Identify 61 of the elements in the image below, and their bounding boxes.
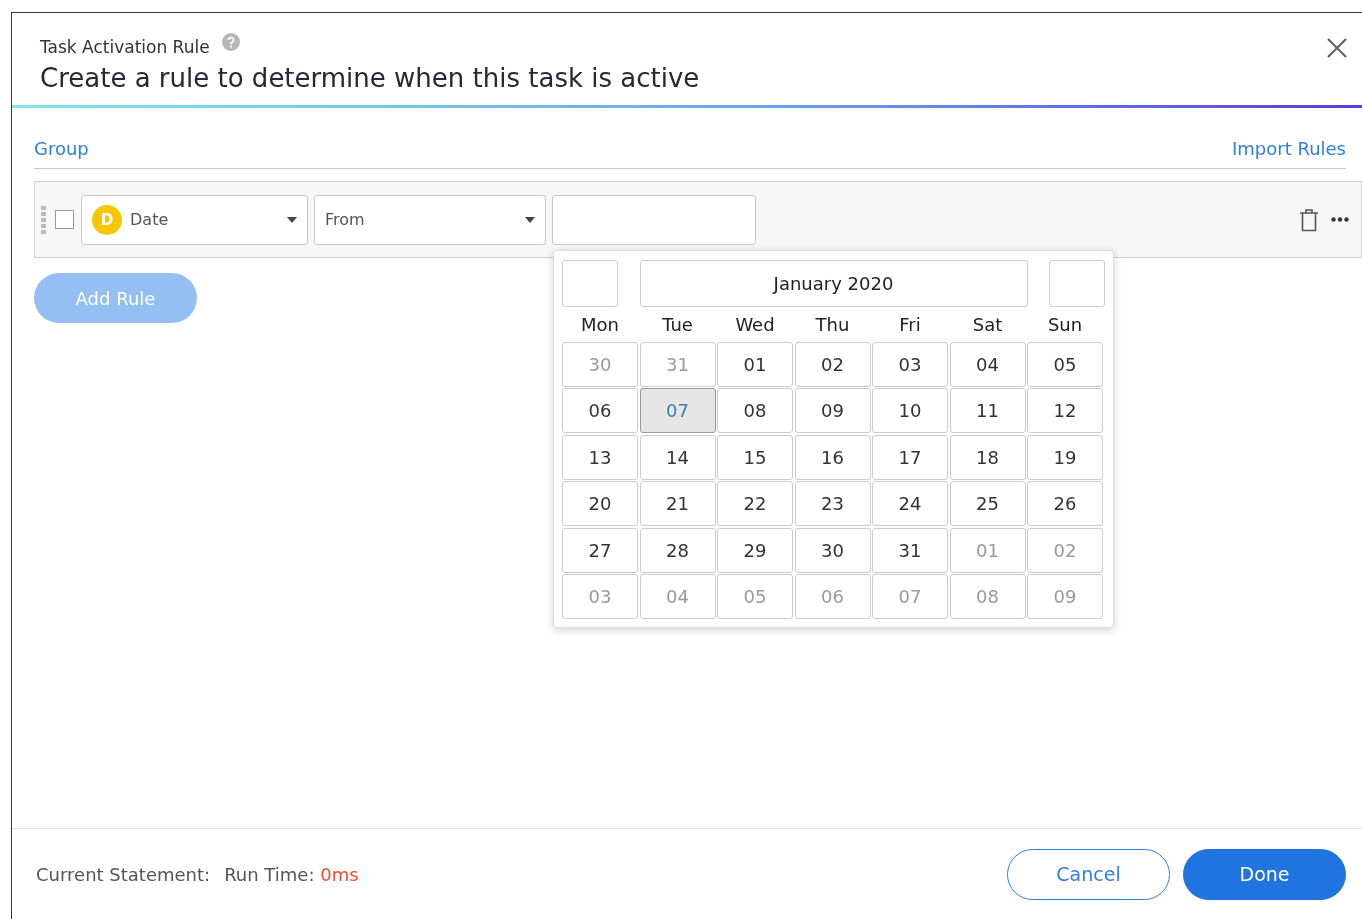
weekday-label: Sun: [1046, 313, 1084, 337]
run-time-label: Run Time: 0ms: [224, 863, 359, 885]
day-button[interactable]: 07: [639, 388, 716, 433]
next-month-button[interactable]: [1049, 260, 1105, 307]
day-button[interactable]: 12: [1027, 388, 1103, 433]
day-button[interactable]: 09: [794, 388, 871, 433]
day-button[interactable]: 22: [717, 481, 793, 526]
cancel-button[interactable]: Cancel: [1007, 848, 1170, 900]
statement-label: Current Statement:: [36, 863, 211, 885]
day-button[interactable]: 06: [562, 388, 638, 433]
date-input-field[interactable]: [552, 194, 756, 245]
day-button[interactable]: 03: [872, 341, 948, 387]
day-button[interactable]: 02: [794, 341, 871, 387]
month-title-button[interactable]: January 2020: [639, 260, 1028, 307]
help-icon[interactable]: [221, 33, 240, 51]
caret-icon: [525, 216, 535, 223]
done-button[interactable]: Done: [1183, 848, 1346, 900]
operator-dropdown[interactable]: From: [314, 194, 546, 245]
dialog-subtitle: Task Activation Rule: [40, 37, 210, 57]
day-button[interactable]: 13: [562, 434, 638, 480]
more-icon[interactable]: [1331, 217, 1349, 222]
field-badge: D: [92, 204, 122, 235]
drag-handle-icon[interactable]: [41, 205, 46, 234]
day-button[interactable]: 15: [717, 434, 793, 480]
day-button[interactable]: 14: [639, 434, 716, 480]
day-button[interactable]: 24: [872, 481, 948, 526]
day-button[interactable]: 30: [794, 527, 871, 573]
field-dropdown[interactable]: D Date: [81, 194, 308, 245]
day-button[interactable]: 28: [639, 527, 716, 573]
day-button[interactable]: 17: [872, 434, 948, 480]
day-button[interactable]: 31: [872, 527, 948, 573]
day-button[interactable]: 21: [639, 481, 716, 526]
day-button[interactable]: 26: [1027, 481, 1103, 526]
caret-icon: [287, 216, 297, 223]
day-button[interactable]: 05: [1027, 341, 1103, 387]
close-icon[interactable]: [1326, 37, 1348, 59]
day-button[interactable]: 04: [949, 341, 1026, 387]
trash-icon[interactable]: [1299, 207, 1319, 232]
day-button[interactable]: 11: [949, 388, 1026, 433]
dialog-title: Create a rule to determine when this task is active: [40, 63, 701, 93]
weekday-label: Mon: [580, 313, 620, 337]
weekday-label: Sat: [971, 313, 1004, 337]
day-button[interactable]: 25: [949, 481, 1026, 526]
weekday-label: Wed: [734, 313, 776, 337]
weekday-label: Fri: [898, 313, 922, 337]
group-link[interactable]: Group: [34, 138, 89, 159]
weekday-label: Tue: [661, 313, 694, 337]
day-button[interactable]: 19: [1027, 434, 1103, 480]
day-button[interactable]: 10: [872, 388, 948, 433]
day-button[interactable]: 20: [562, 481, 638, 526]
weekday-label: Thu: [814, 313, 851, 337]
day-button[interactable]: 01: [717, 341, 793, 387]
day-button[interactable]: 29: [717, 527, 793, 573]
day-button[interactable]: 27: [562, 527, 638, 573]
day-button[interactable]: 18: [949, 434, 1026, 480]
day-button[interactable]: 23: [794, 481, 871, 526]
rule-checkbox[interactable]: [55, 210, 74, 229]
previous-month-button[interactable]: [562, 260, 618, 307]
day-button[interactable]: 08: [717, 388, 793, 433]
import-rules-link[interactable]: Import Rules: [1231, 138, 1346, 159]
day-button[interactable]: 16: [794, 434, 871, 480]
